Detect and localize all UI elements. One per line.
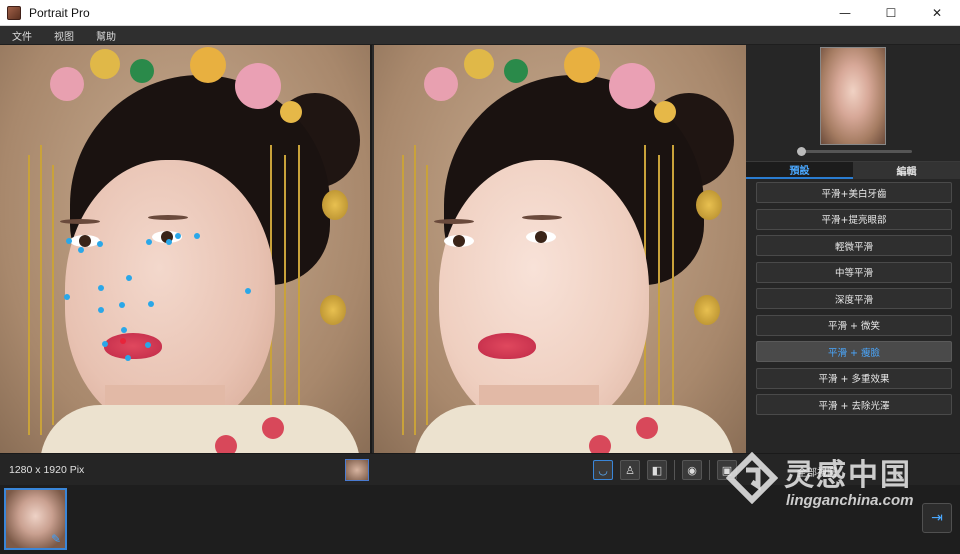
tab-edit[interactable]: 編輯	[853, 161, 960, 179]
window-controls: — ☐ ✕	[822, 0, 960, 26]
menu-view[interactable]: 视图	[42, 28, 84, 43]
portrait-after	[374, 45, 746, 453]
current-image-thumb[interactable]	[345, 459, 369, 481]
earring-ornament	[322, 190, 348, 220]
menu-help[interactable]: 幫助	[84, 28, 126, 43]
headdress	[30, 45, 330, 123]
filmstrip-thumb[interactable]: ✎	[4, 488, 67, 550]
window-title: Portrait Pro	[29, 5, 90, 20]
minimize-button[interactable]: —	[822, 0, 868, 26]
preset-button[interactable]: 平滑+美白牙齒	[756, 182, 952, 203]
preset-button[interactable]: 平滑 + 去除光澤	[756, 394, 952, 415]
exit-icon[interactable]: ⇥	[922, 503, 952, 533]
title-bar: Portrait Pro — ☐ ✕	[0, 0, 960, 26]
lips	[104, 333, 162, 359]
person-outline-icon[interactable]: ♙	[620, 460, 640, 480]
export-icon[interactable]: ▣	[717, 460, 737, 480]
preview-thumbnail	[820, 47, 886, 145]
preset-list: 平滑+美白牙齒 平滑+提亮眼部 輕微平滑中等平滑深度平滑平滑 + 微笑 平滑 + 瘦臉…	[756, 182, 952, 421]
slider-thumb[interactable]	[797, 147, 807, 156]
preset-button[interactable]: 中等平滑	[756, 261, 952, 283]
preset-button[interactable]: 平滑 + 瘦臉	[756, 341, 952, 362]
robe	[40, 405, 360, 453]
preset-button[interactable]: 深度平滑	[756, 288, 952, 309]
earring-tassel	[694, 295, 720, 325]
earring-tassel	[320, 295, 346, 325]
after-image-pane[interactable]	[374, 45, 746, 453]
filmstrip: ✎ ⇥	[0, 485, 960, 554]
close-button[interactable]: ✕	[914, 0, 960, 26]
before-image-pane[interactable]	[0, 45, 372, 453]
eye-icon[interactable]: ◉	[682, 460, 702, 480]
portrait-before	[0, 45, 370, 453]
earring-ornament	[696, 190, 722, 220]
preset-button[interactable]: 平滑+提亮眼部	[756, 208, 952, 230]
preview-slider[interactable]	[797, 147, 912, 156]
app-icon	[7, 5, 21, 20]
split-view-icon[interactable]: ◧	[647, 460, 667, 480]
headdress	[404, 45, 704, 123]
menu-file[interactable]: 文件	[0, 28, 42, 43]
side-panel: 預設 編輯 平滑+美白牙齒 平滑+提亮眼部 輕微平滑中等平滑深度平滑平滑 + 微笑平…	[746, 45, 960, 453]
pencil-icon: ✎	[50, 532, 62, 546]
face-outline-icon[interactable]: ◡	[593, 460, 613, 480]
preset-button[interactable]: 平滑 + 微笑	[756, 314, 952, 336]
preset-button[interactable]: 平滑 + 多重效果	[756, 367, 952, 389]
maximize-button[interactable]: ☐	[868, 0, 914, 26]
robe	[414, 405, 734, 453]
all-views-label[interactable]: 全部視圖	[797, 464, 837, 479]
menu-bar: 文件 视图 幫助	[0, 26, 960, 45]
preset-button[interactable]: 輕微平滑	[756, 235, 952, 256]
status-bar: 1280 x 1920 Pix ◡ ♙ ◧ ◉ ▣ 全部視圖	[0, 453, 960, 485]
tab-presets[interactable]: 預設	[746, 161, 853, 179]
lips	[478, 333, 536, 359]
panel-tabs: 預設 編輯	[746, 161, 960, 179]
image-dimensions: 1280 x 1920 Pix	[9, 464, 85, 476]
